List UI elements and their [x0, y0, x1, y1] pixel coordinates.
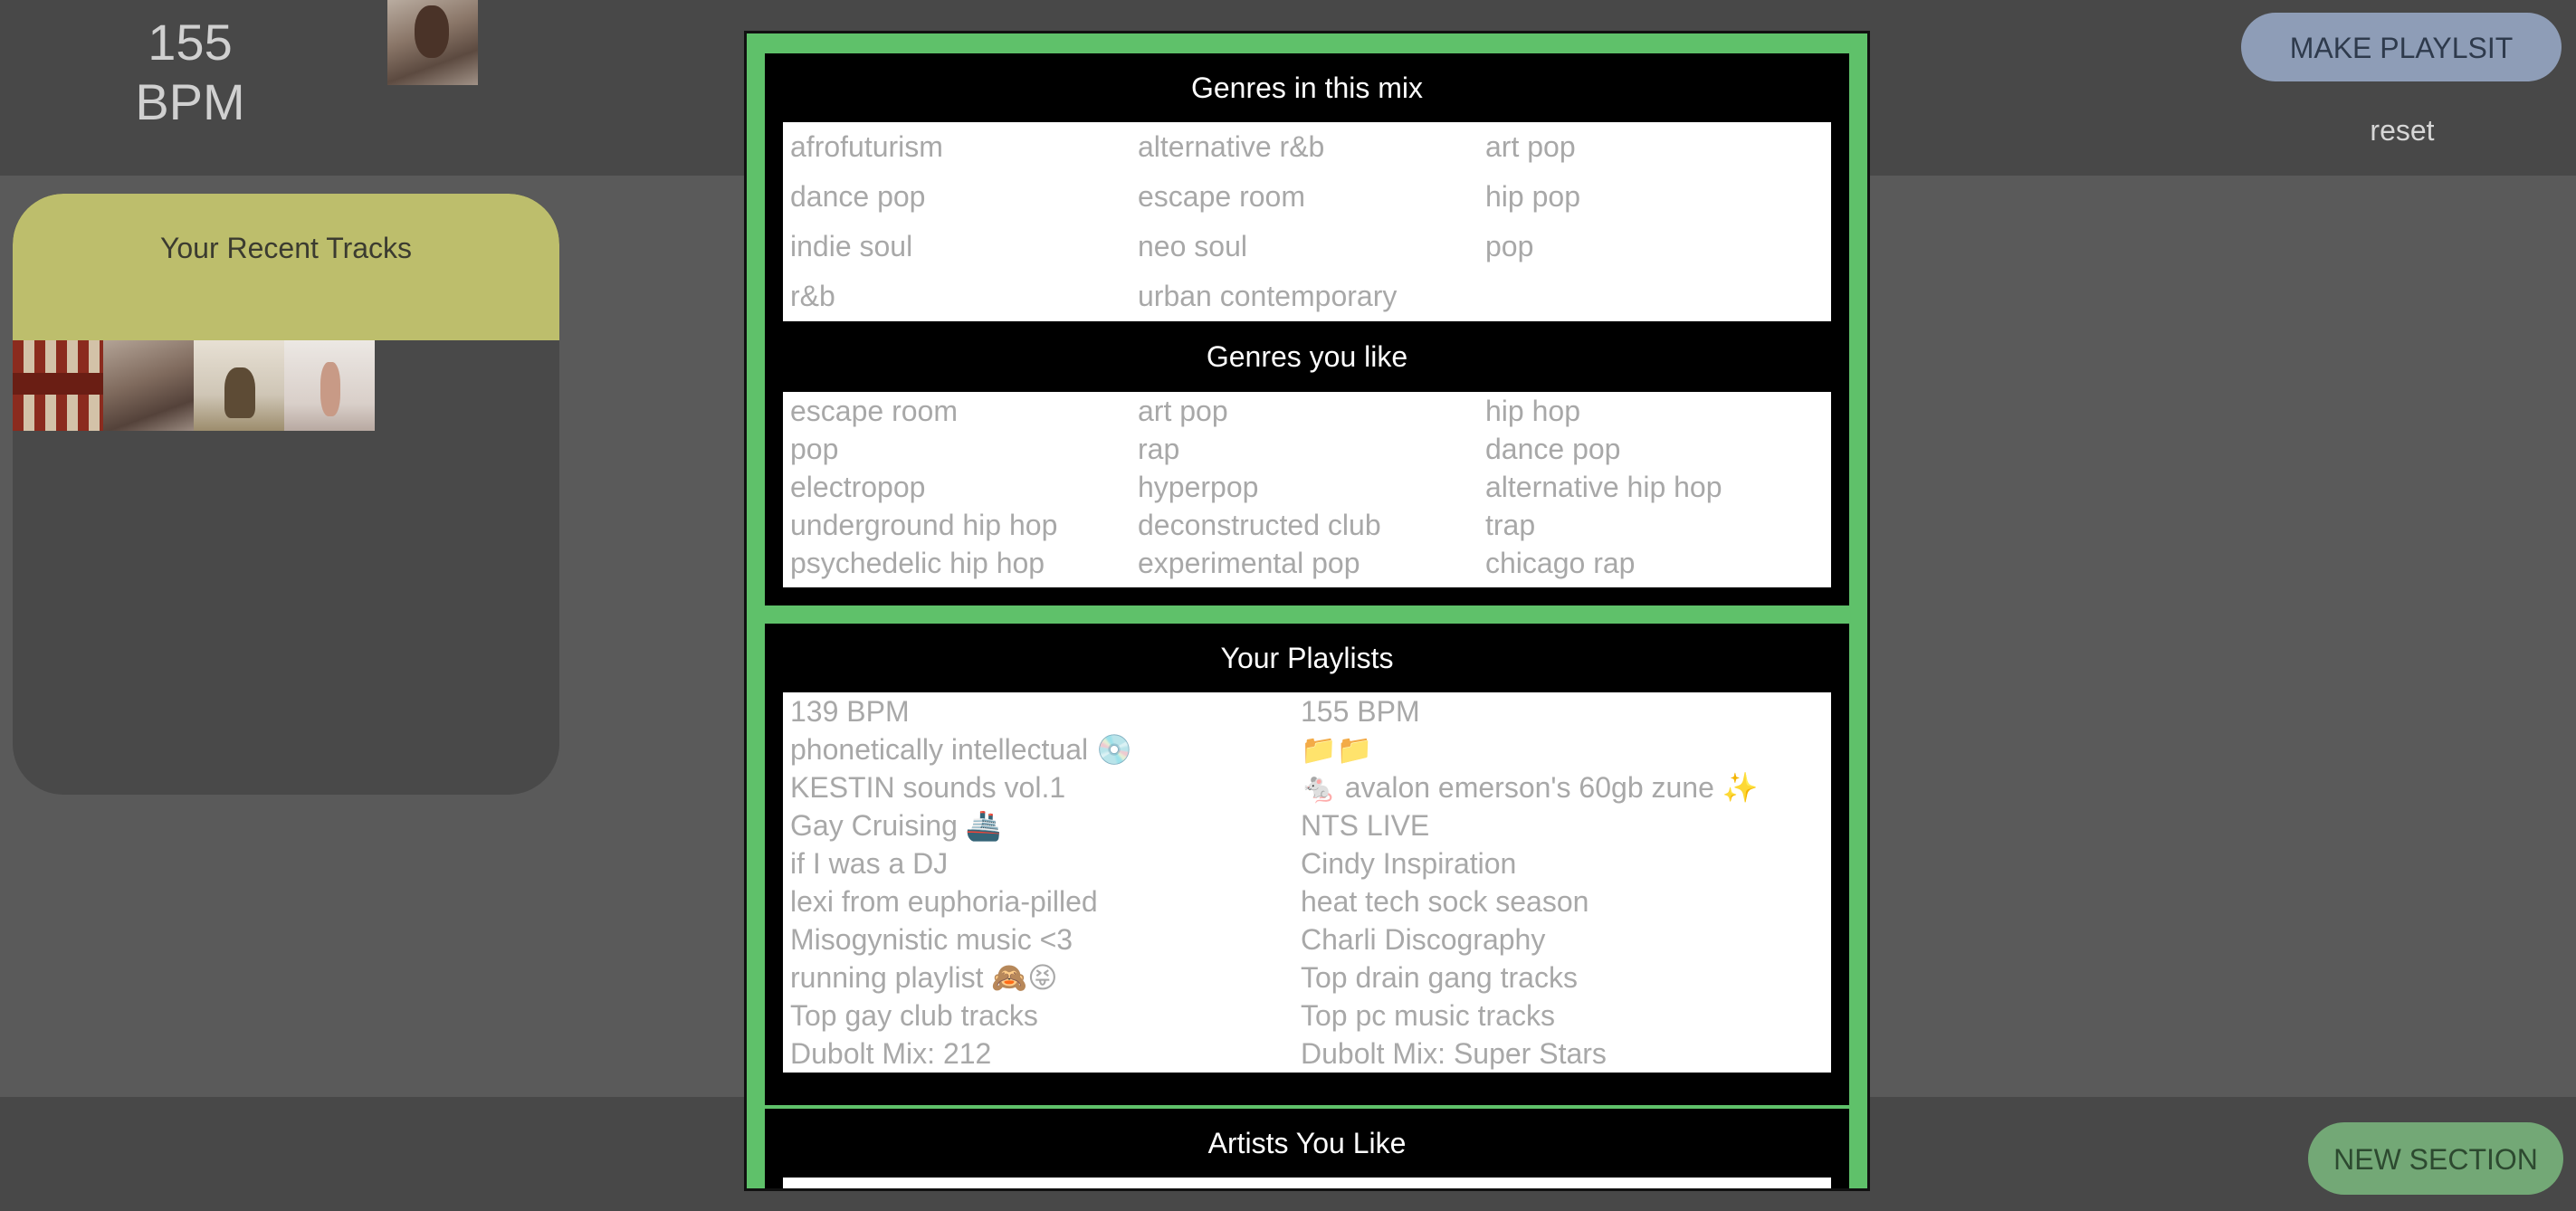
current-track-cover[interactable]	[387, 0, 478, 85]
recent-tracks-panel: Your Recent Tracks	[13, 194, 559, 795]
genre-mix-item[interactable]: alternative r&b	[1138, 122, 1485, 172]
genre-like-item[interactable]: art pop	[1138, 392, 1485, 430]
playlist-item[interactable]: 139 BPM	[790, 692, 1301, 730]
recent-track-cover[interactable]	[103, 340, 194, 431]
playlist-item[interactable]: 📁📁	[1301, 730, 1826, 768]
bpm-unit: BPM	[135, 73, 245, 130]
playlist-item[interactable]: Dubolt Mix: 212	[790, 1035, 1301, 1073]
playlist-item[interactable]: lexi from euphoria-pilled	[790, 882, 1301, 920]
bpm-value: 155	[148, 14, 233, 71]
genre-like-item[interactable]: alternative hip hop	[1485, 468, 1833, 506]
recent-track-cover[interactable]	[194, 340, 284, 431]
genre-like-item[interactable]: dance pop	[1485, 430, 1833, 468]
genre-mix-item[interactable]: escape room	[1138, 172, 1485, 222]
genres-panel: Genres in this mix afrofuturism alternati…	[765, 53, 1849, 606]
genres-like-list: escape room art pop hip hop pop rap dance pop…	[783, 392, 1831, 587]
artists-list	[783, 1178, 1831, 1188]
artists-panel: Artists You Like	[765, 1109, 1849, 1188]
genre-mix-item[interactable]: art pop	[1485, 122, 1833, 172]
genre-like-item[interactable]: chicago rap	[1485, 544, 1833, 582]
playlist-item[interactable]: Dubolt Mix: Super Stars	[1301, 1035, 1826, 1073]
playlist-item[interactable]: Top drain gang tracks	[1301, 958, 1826, 996]
genre-mix-item[interactable]: indie soul	[790, 222, 1138, 272]
recent-track-cover[interactable]	[13, 340, 103, 431]
genre-like-item[interactable]: pop	[790, 430, 1138, 468]
genre-like-item[interactable]: deconstructed club	[1138, 506, 1485, 544]
playlist-item[interactable]: Misogynistic music <3	[790, 920, 1301, 958]
recent-tracks-title: Your Recent Tracks	[13, 194, 559, 340]
genre-like-item[interactable]: hip hop	[1485, 392, 1833, 430]
genre-mix-item[interactable]: r&b	[790, 272, 1138, 321]
artists-title: Artists You Like	[1207, 1127, 1407, 1159]
genre-mix-item[interactable]: afrofuturism	[790, 122, 1138, 172]
playlist-item[interactable]: running playlist 🙈😝	[790, 958, 1301, 996]
playlist-item[interactable]: KESTIN sounds vol.1	[790, 768, 1301, 806]
playlist-item[interactable]: Top pc music tracks	[1301, 996, 1826, 1035]
genre-mix-item[interactable]: urban contemporary	[1138, 272, 1485, 321]
genre-like-item[interactable]: electropop	[790, 468, 1138, 506]
genre-like-item[interactable]: psychedelic hip hop	[790, 544, 1138, 582]
genre-mix-item[interactable]: pop	[1485, 222, 1833, 272]
playlist-item[interactable]: 155 BPM	[1301, 692, 1826, 730]
playlist-item[interactable]: Top gay club tracks	[790, 996, 1301, 1035]
info-modal: Genres in this mix afrofuturism alternati…	[744, 31, 1870, 1191]
playlist-item[interactable]: Charli Discography	[1301, 920, 1826, 958]
playlists-title: Your Playlists	[1220, 642, 1394, 674]
playlist-item[interactable]: 🐁 avalon emerson's 60gb zune ✨	[1301, 768, 1826, 806]
playlist-item[interactable]: heat tech sock season	[1301, 882, 1826, 920]
make-playlist-button[interactable]: MAKE PLAYLSIT	[2241, 13, 2562, 81]
genre-like-item[interactable]: hyperpop	[1138, 468, 1485, 506]
genre-mix-item[interactable]: neo soul	[1138, 222, 1485, 272]
genre-mix-item[interactable]: dance pop	[790, 172, 1138, 222]
genre-like-item[interactable]: trap	[1485, 506, 1833, 544]
new-section-button[interactable]: NEW SECTION	[2308, 1122, 2563, 1195]
playlist-item[interactable]: if I was a DJ	[790, 844, 1301, 882]
playlist-item[interactable]: phonetically intellectual 💿	[790, 730, 1301, 768]
reset-button[interactable]: reset	[2335, 114, 2469, 148]
genres-like-title: Genres you like	[1206, 340, 1408, 373]
playlists-panel: Your Playlists 139 BPM 155 BPM phoneticall…	[765, 624, 1849, 1105]
playlists-list: 139 BPM 155 BPM phonetically intellectual …	[783, 692, 1831, 1073]
playlist-item[interactable]: NTS LIVE	[1301, 806, 1826, 844]
genre-like-item[interactable]: rap	[1138, 430, 1485, 468]
genres-mix-list: afrofuturism alternative r&b art pop dance …	[783, 122, 1831, 321]
playlist-item[interactable]: Gay Cruising 🚢	[790, 806, 1301, 844]
genres-mix-title: Genres in this mix	[1190, 72, 1424, 104]
genre-like-item[interactable]: underground hip hop	[790, 506, 1138, 544]
genre-like-item[interactable]: escape room	[790, 392, 1138, 430]
bpm-display: 155 BPM	[100, 13, 281, 132]
recent-track-cover[interactable]	[284, 340, 375, 431]
genre-mix-item[interactable]: hip pop	[1485, 172, 1833, 222]
recent-tracks-list	[13, 340, 559, 431]
playlist-item[interactable]: Cindy Inspiration	[1301, 844, 1826, 882]
genre-like-item[interactable]: experimental pop	[1138, 544, 1485, 582]
